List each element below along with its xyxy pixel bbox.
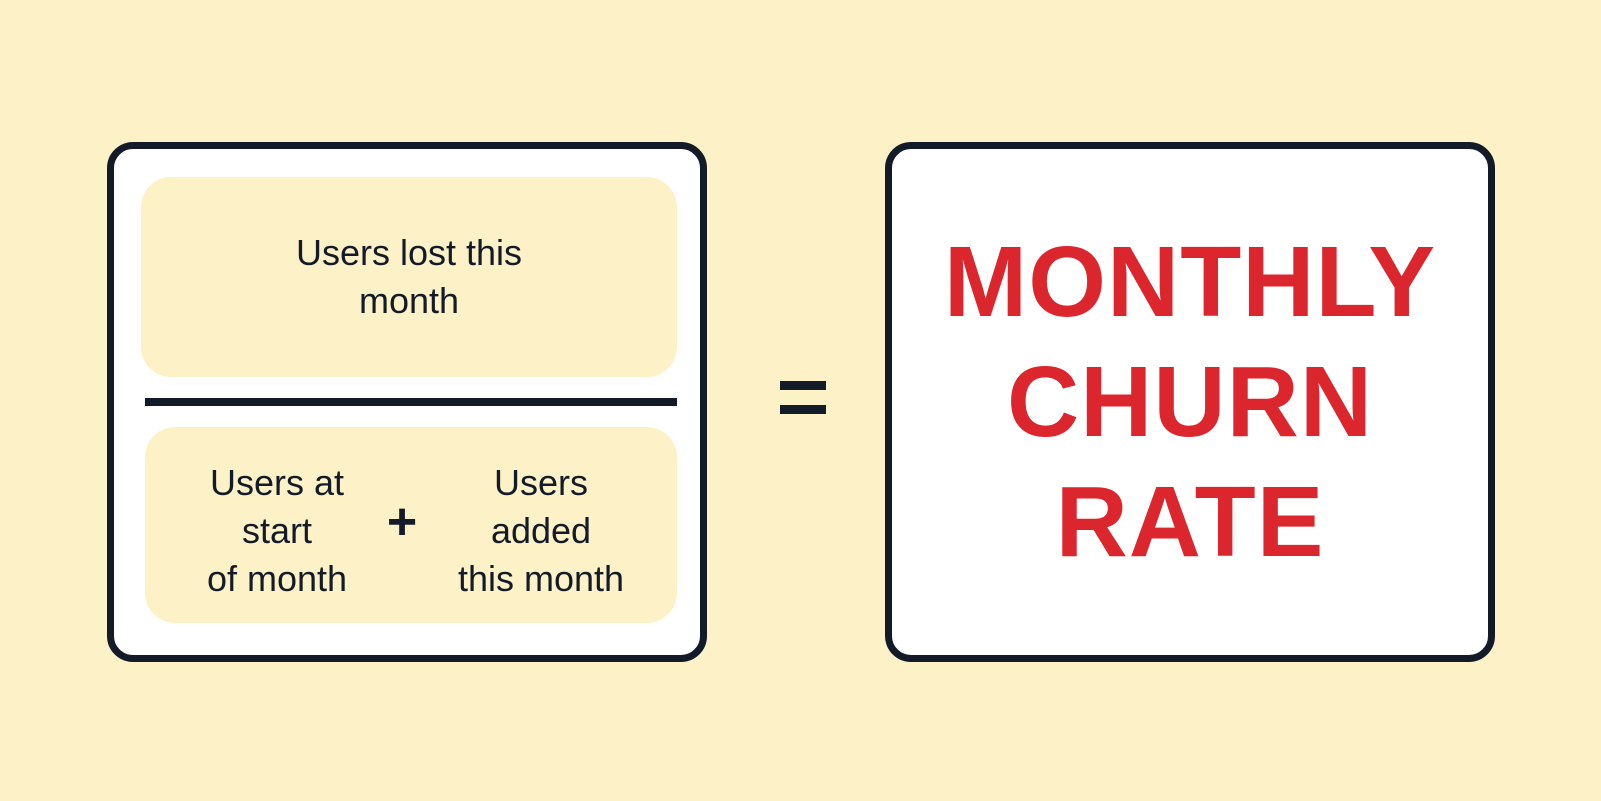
- equals-bar-top: [780, 381, 826, 390]
- result-card: MONTHLY CHURN RATE: [885, 142, 1495, 662]
- equals-sign: [780, 381, 826, 415]
- users-at-start-term: Users at start of month: [206, 462, 348, 599]
- churn-formula-diagram: Users lost this month Users at start of …: [0, 0, 1601, 801]
- result-label: MONTHLY CHURN RATE: [943, 226, 1437, 578]
- denominator-box: Users at start of month + Users added th…: [145, 427, 677, 623]
- users-added-term: Users added this month: [457, 462, 625, 599]
- fraction-bar: [145, 398, 677, 406]
- plus-sign: +: [386, 493, 418, 551]
- numerator-label: Users lost this month: [295, 232, 523, 321]
- equals-bar-bottom: [780, 405, 826, 414]
- formula-card: Users lost this month Users at start of …: [107, 142, 707, 662]
- numerator-box: Users lost this month: [141, 177, 677, 377]
